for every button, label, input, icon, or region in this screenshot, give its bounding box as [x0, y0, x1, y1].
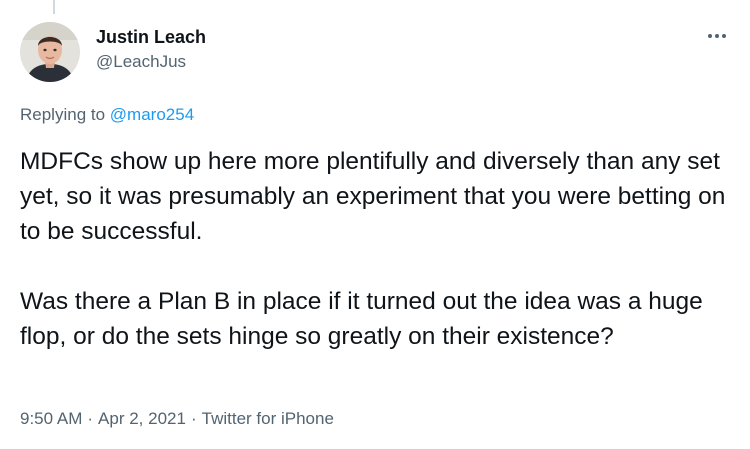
tweet-date[interactable]: Apr 2, 2021 [98, 409, 186, 428]
tweet-body: MDFCs show up here more plentifully and … [20, 144, 730, 354]
user-avatar-icon [20, 22, 80, 82]
more-options-button[interactable] [704, 26, 730, 46]
meta-separator: · [190, 409, 197, 428]
thread-connector-line [53, 0, 55, 14]
tweet-paragraph: Was there a Plan B in place if it turned… [20, 288, 703, 350]
author-name[interactable]: Justin Leach [96, 26, 206, 48]
more-horizontal-icon [708, 34, 712, 38]
tweet-time[interactable]: 9:50 AM [20, 409, 82, 428]
tweet-paragraph: MDFCs show up here more plentifully and … [20, 148, 726, 245]
tweet-source[interactable]: Twitter for iPhone [202, 409, 334, 428]
meta-separator: · [87, 409, 94, 428]
replying-to-line: Replying to @maro254 [20, 104, 194, 126]
reply-mention-link[interactable]: @maro254 [110, 105, 194, 124]
author-avatar[interactable] [20, 22, 80, 82]
tweet-metadata: 9:50 AM · Apr 2, 2021 · Twitter for iPhone [20, 408, 334, 430]
replying-to-label: Replying to [20, 105, 106, 124]
author-handle[interactable]: @LeachJus [96, 51, 206, 73]
tweet-author[interactable]: Justin Leach @LeachJus [96, 26, 206, 73]
